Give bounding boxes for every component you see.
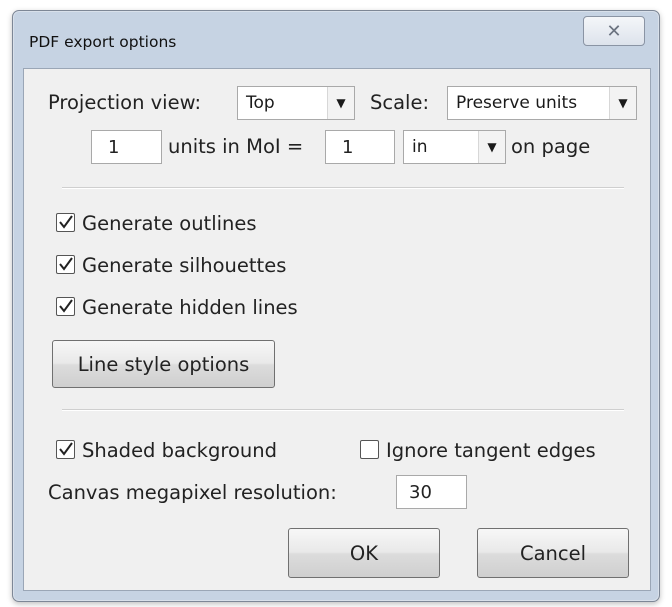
dialog-client-area: Projection view: Top ▼ Scale: Preserve u…	[23, 68, 651, 591]
close-icon: ✕	[606, 20, 622, 42]
unit-value: in	[412, 137, 428, 157]
generate-outlines-checkbox[interactable]: Generate outlines	[56, 212, 336, 238]
chevron-down-icon: ▼	[478, 131, 505, 163]
ignore-tangent-edges-label: Ignore tangent edges	[386, 439, 596, 462]
chevron-down-icon: ▼	[609, 87, 636, 119]
scale-label: Scale:	[370, 91, 430, 114]
scale-select[interactable]: Preserve units ▼	[447, 86, 637, 120]
ignore-tangent-edges-checkbox[interactable]: Ignore tangent edges	[360, 439, 650, 465]
cancel-button[interactable]: Cancel	[477, 528, 629, 578]
checkmark-icon	[59, 257, 73, 271]
separator	[62, 187, 624, 189]
projection-view-select[interactable]: Top ▼	[237, 86, 355, 120]
model-units-field[interactable]	[91, 130, 162, 164]
checkbox-box	[56, 255, 75, 274]
shaded-background-checkbox[interactable]: Shaded background	[56, 439, 346, 465]
checkbox-box	[56, 213, 75, 232]
on-page-label: on page	[511, 135, 591, 158]
projection-view-value: Top	[246, 93, 275, 113]
checkmark-icon	[59, 215, 73, 229]
shaded-background-label: Shaded background	[82, 439, 277, 462]
checkmark-icon	[59, 442, 73, 456]
ok-button[interactable]: OK	[288, 528, 440, 578]
generate-silhouettes-label: Generate silhouettes	[82, 254, 287, 277]
resolution-label: Canvas megapixel resolution:	[48, 481, 337, 504]
generate-hidden-lines-label: Generate hidden lines	[82, 296, 298, 319]
units-in-moi-label: units in MoI =	[168, 135, 304, 158]
page-units-input[interactable]	[326, 131, 394, 163]
checkbox-box	[56, 297, 75, 316]
line-style-options-button[interactable]: Line style options	[52, 340, 275, 388]
generate-silhouettes-checkbox[interactable]: Generate silhouettes	[56, 254, 356, 280]
page-units-field[interactable]	[325, 130, 395, 164]
scale-value: Preserve units	[456, 93, 578, 113]
model-units-input[interactable]	[92, 131, 161, 163]
dialog-title: PDF export options	[29, 33, 177, 51]
close-button[interactable]: ✕	[583, 16, 645, 46]
checkbox-box	[360, 440, 379, 459]
generate-outlines-label: Generate outlines	[82, 212, 257, 235]
chevron-down-icon: ▼	[327, 87, 354, 119]
projection-view-label: Projection view:	[48, 91, 202, 114]
checkbox-box	[56, 440, 75, 459]
generate-hidden-lines-checkbox[interactable]: Generate hidden lines	[56, 296, 376, 322]
title-bar: PDF export options ✕	[13, 11, 659, 67]
dialog-window: PDF export options ✕ Projection view: To…	[12, 10, 660, 602]
resolution-field[interactable]	[396, 475, 467, 509]
unit-select[interactable]: in ▼	[403, 130, 506, 164]
separator	[62, 409, 624, 411]
checkmark-icon	[59, 299, 73, 313]
resolution-input[interactable]	[397, 476, 466, 508]
